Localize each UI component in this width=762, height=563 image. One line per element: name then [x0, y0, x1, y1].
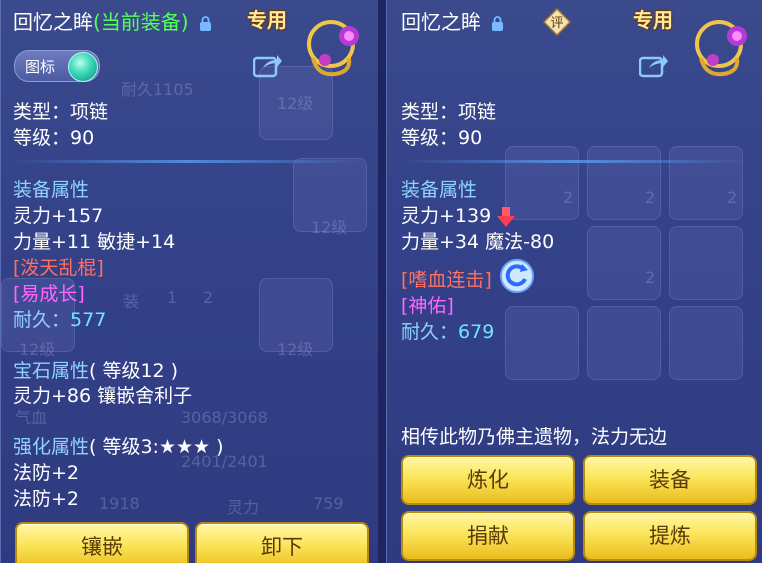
bg-item-slot: [669, 306, 743, 380]
compare-equipment-panel: 2 2 2 2 回忆之眸 专用 类型：项链 等级：90 装备属性 灵力+139 …: [386, 0, 762, 563]
refine-button[interactable]: 炼化: [401, 455, 575, 505]
item-type: 类型：项链: [13, 101, 109, 123]
section-divider: [13, 160, 363, 163]
bg-hp-value: 3068/3068: [181, 408, 268, 427]
exclusive-badge: 专用: [633, 8, 673, 32]
attr-line: 力量+11 敏捷+14: [13, 231, 176, 253]
item-name: 回忆之眸: [13, 10, 93, 34]
attr-line: 力量+34 魔法-80: [401, 231, 555, 253]
bg-tab: 2: [203, 288, 214, 307]
equip-button[interactable]: 装备: [583, 455, 757, 505]
unequip-button[interactable]: 卸下: [195, 522, 369, 563]
enhance-header-row: 强化属性( 等级3:★★★ ): [13, 435, 224, 459]
enhance-header: 强化属性: [13, 436, 90, 458]
bg-tab: 装: [123, 292, 140, 311]
durability-value: 577: [70, 309, 107, 331]
attr-value: 灵力+139: [401, 205, 492, 227]
item-type: 类型：项链: [401, 101, 497, 123]
bg-slot-level: 12级: [277, 340, 314, 359]
bg-slot-count: 2: [727, 188, 738, 207]
bg-item-slot: [587, 146, 661, 220]
bg-tab: 1: [167, 288, 178, 307]
toggle-knob[interactable]: [68, 52, 98, 82]
special-effect: [易成长]: [13, 283, 85, 305]
skill-icon[interactable]: [500, 259, 534, 293]
gem-header-row: 宝石属性( 等级12 ): [13, 359, 178, 383]
bg-stat-value: 1918: [99, 494, 140, 513]
item-title: 回忆之眸: [401, 6, 504, 35]
toggle-label: 图标: [25, 58, 56, 76]
bg-slot-level: 12级: [19, 340, 56, 359]
durability-value: 679: [458, 321, 495, 343]
gem-level: ( 等级12 ): [89, 360, 179, 382]
current-equipped-label: (当前装备): [93, 10, 189, 34]
item-title: 回忆之眸(当前装备): [13, 6, 212, 35]
special-skill: [嗜血连击]: [401, 269, 492, 291]
enhance-level: ( 等级3:★★★ ): [89, 436, 224, 458]
attr-line: 灵力+157: [13, 205, 104, 227]
special-skill: [泼天乱棍]: [13, 257, 104, 279]
necklace-icon[interactable]: [683, 14, 755, 82]
item-level: 等级：90: [13, 127, 95, 149]
bg-stat-label: 灵力: [227, 498, 260, 517]
bg-item-slot: [587, 226, 661, 300]
enhance-line: 法防+2: [13, 462, 80, 484]
appraise-label: 评: [550, 16, 563, 31]
appraise-icon[interactable]: 评: [543, 8, 571, 36]
bg-slot-count: 2: [645, 188, 656, 207]
enhance-line: 法防+2: [13, 488, 80, 510]
bg-item-slot: [587, 306, 661, 380]
gem-line: 灵力+86 镶嵌舍利子: [13, 385, 193, 407]
exclusive-badge: 专用: [247, 8, 287, 32]
item-description: 相传此物乃佛主遗物，法力无边: [401, 426, 668, 448]
bg-durability: 耐久1105: [121, 80, 194, 99]
bg-item-slot: [505, 146, 579, 220]
down-arrow-icon: [497, 206, 516, 227]
panel-gap: [378, 0, 386, 563]
bg-slot-level: 12级: [277, 94, 314, 113]
necklace-icon[interactable]: [295, 14, 367, 82]
special-effect: [神佑]: [401, 295, 454, 317]
attr-line: 灵力+139: [401, 204, 516, 228]
lock-icon: [199, 16, 211, 31]
bg-slot-count: 2: [645, 268, 656, 287]
durability-label: 耐久：: [13, 309, 71, 331]
gem-header: 宝石属性: [13, 360, 90, 382]
section-divider: [401, 160, 751, 163]
bg-item-slot: [669, 146, 743, 220]
inlay-button[interactable]: 镶嵌: [15, 522, 189, 563]
durability: 耐久：679: [401, 320, 494, 344]
item-level: 等级：90: [401, 127, 483, 149]
share-icon[interactable]: [253, 52, 283, 78]
durability: 耐久：577: [13, 308, 106, 332]
durability-label: 耐久：: [401, 321, 459, 343]
item-name: 回忆之眸: [401, 10, 481, 34]
current-equipment-panel: 12级 12级 12级 12级 耐久1105 气血 3068/3068 2401…: [0, 0, 380, 563]
bg-item-slot: [669, 226, 743, 300]
bg-stat-value: 759: [313, 494, 344, 513]
bg-slot-level: 12级: [311, 218, 348, 237]
icon-toggle[interactable]: 图标: [14, 50, 100, 82]
share-icon[interactable]: [639, 52, 669, 78]
extract-button[interactable]: 提炼: [583, 511, 757, 561]
attr-header: 装备属性: [401, 179, 478, 201]
lock-icon: [492, 16, 504, 31]
bg-slot-count: 2: [563, 188, 574, 207]
donate-button[interactable]: 捐献: [401, 511, 575, 561]
attr-header: 装备属性: [13, 179, 90, 201]
bg-item-slot: [505, 306, 579, 380]
